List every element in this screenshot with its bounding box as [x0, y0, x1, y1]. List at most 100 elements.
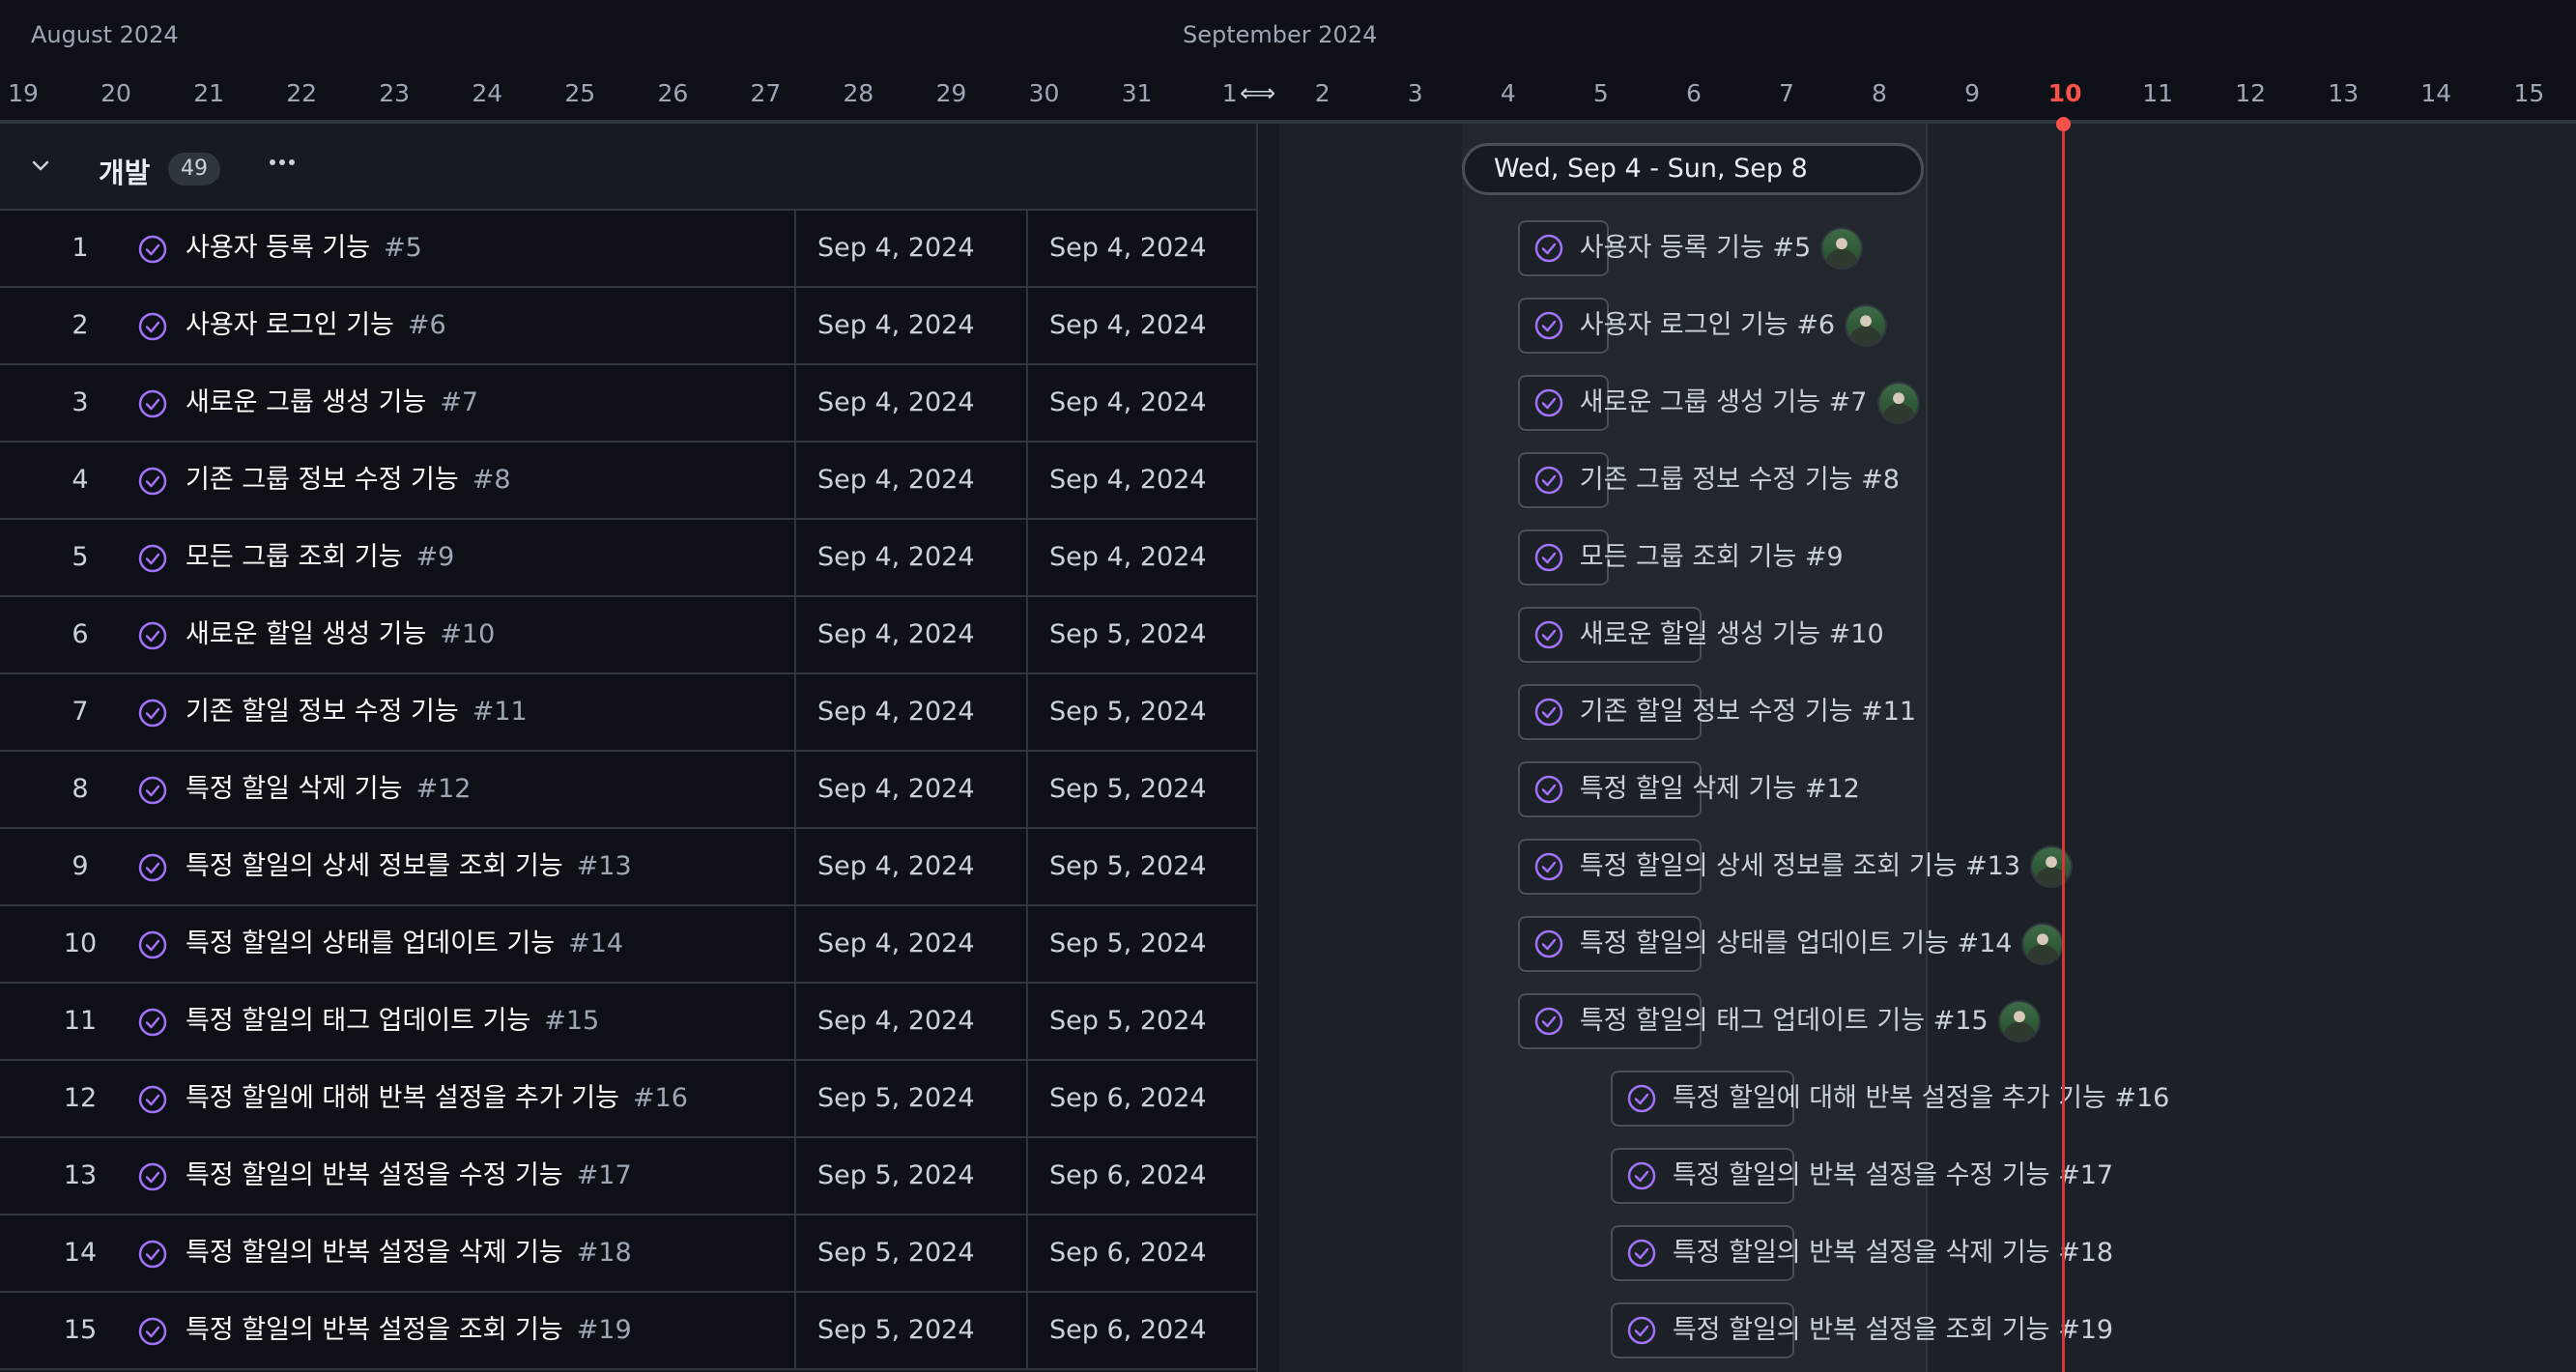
- start-date-cell[interactable]: Sep 4, 2024: [794, 288, 1026, 363]
- issue-title-link[interactable]: 사용자 등록 기능: [186, 211, 370, 286]
- table-row[interactable]: 13 특정 할일의 반복 설정을 수정 기능 #17 Sep 5, 2024 Sep 6…: [0, 1138, 1256, 1215]
- timeline-bar-label: 특정 할일의 상세 정보를 조회 기능 #13: [1579, 851, 2021, 881]
- issue-title-link[interactable]: 특정 할일의 상태를 업데이트 기능: [186, 906, 555, 982]
- issue-title-link[interactable]: 특정 할일의 태그 업데이트 기능: [186, 984, 530, 1059]
- selected-range-pill[interactable]: Wed, Sep 4 - Sun, Sep 8: [1462, 143, 1924, 195]
- start-date-cell[interactable]: Sep 4, 2024: [794, 443, 1026, 518]
- issue-title-link[interactable]: 모든 그룹 조회 기능: [186, 520, 402, 595]
- ellipsis-icon[interactable]: [263, 143, 301, 182]
- issue-number: #16: [632, 1083, 688, 1113]
- status-done-icon: [1533, 697, 1564, 728]
- start-date-cell[interactable]: Sep 5, 2024: [794, 1061, 1026, 1136]
- end-date-cell[interactable]: Sep 6, 2024: [1026, 1138, 1256, 1214]
- assignee-avatar[interactable]: [1845, 304, 1888, 347]
- issue-title-link[interactable]: 특정 할일의 반복 설정을 삭제 기능: [186, 1215, 563, 1291]
- end-date-cell[interactable]: Sep 4, 2024: [1026, 365, 1256, 441]
- start-date-cell[interactable]: Sep 4, 2024: [794, 211, 1026, 286]
- issue-title-link[interactable]: 특정 할일의 반복 설정을 조회 기능: [186, 1293, 563, 1368]
- end-date-cell[interactable]: Sep 4, 2024: [1026, 443, 1256, 518]
- start-date-cell[interactable]: Sep 4, 2024: [794, 984, 1026, 1059]
- table-row[interactable]: 1 사용자 등록 기능 #5 Sep 4, 2024 Sep 4, 2024: [0, 211, 1256, 288]
- issue-title-link[interactable]: 특정 할일의 상세 정보를 조회 기능: [186, 829, 563, 904]
- table-row[interactable]: 5 모든 그룹 조회 기능 #9 Sep 4, 2024 Sep 4, 2024: [0, 520, 1256, 597]
- start-date-cell[interactable]: Sep 4, 2024: [794, 365, 1026, 441]
- start-date-cell[interactable]: Sep 4, 2024: [794, 906, 1026, 982]
- table-row[interactable]: 9 특정 할일의 상세 정보를 조회 기능 #13 Sep 4, 2024 Sep 5,…: [0, 829, 1256, 906]
- end-date-cell[interactable]: Sep 5, 2024: [1026, 597, 1256, 672]
- row-number: 14: [63, 1238, 98, 1268]
- table-row[interactable]: 2 사용자 로그인 기능 #6 Sep 4, 2024 Sep 4, 2024: [0, 288, 1256, 365]
- start-date-cell[interactable]: Sep 4, 2024: [794, 597, 1026, 672]
- table-row[interactable]: 4 기존 그룹 정보 수정 기능 #8 Sep 4, 2024 Sep 4, 2024: [0, 443, 1256, 520]
- chevron-down-icon[interactable]: [29, 155, 52, 178]
- assignee-avatar[interactable]: [1997, 1000, 2041, 1043]
- assignee-avatar[interactable]: [1876, 382, 1920, 424]
- month-label: September 2024: [1183, 21, 1378, 48]
- day-label: 31: [1121, 79, 1153, 107]
- status-done-icon: [137, 543, 168, 574]
- table-row[interactable]: 10 특정 할일의 상태를 업데이트 기능 #14 Sep 4, 2024 Sep 5,…: [0, 906, 1256, 984]
- end-date-cell[interactable]: Sep 5, 2024: [1026, 906, 1256, 982]
- table-row[interactable]: 3 새로운 그룹 생성 기능 #7 Sep 4, 2024 Sep 4, 2024: [0, 365, 1256, 443]
- end-date-cell[interactable]: Sep 5, 2024: [1026, 674, 1256, 750]
- resize-handle-icon[interactable]: ⟺: [1240, 77, 1275, 110]
- table-row[interactable]: 7 기존 할일 정보 수정 기능 #11 Sep 4, 2024 Sep 5, 2024: [0, 674, 1256, 752]
- issue-title-link[interactable]: 특정 할일에 대해 반복 설정을 추가 기능: [186, 1061, 619, 1136]
- start-date-cell[interactable]: Sep 4, 2024: [794, 752, 1026, 827]
- end-date-cell[interactable]: Sep 5, 2024: [1026, 984, 1256, 1059]
- issue-number: #6: [407, 310, 446, 340]
- table-row[interactable]: 14 특정 할일의 반복 설정을 삭제 기능 #18 Sep 5, 2024 Sep 6…: [0, 1215, 1256, 1293]
- end-date-cell[interactable]: Sep 4, 2024: [1026, 288, 1256, 363]
- status-done-icon: [1626, 1315, 1657, 1346]
- end-date-cell[interactable]: Sep 4, 2024: [1026, 211, 1256, 286]
- timeline-bar-label: 새로운 그룹 생성 기능 #7: [1579, 387, 1868, 417]
- day-label: 15: [2513, 79, 2545, 107]
- table-row[interactable]: 11 특정 할일의 태그 업데이트 기능 #15 Sep 4, 2024 Sep 5, …: [0, 984, 1256, 1061]
- end-date-cell[interactable]: Sep 6, 2024: [1026, 1215, 1256, 1291]
- start-date-cell[interactable]: Sep 5, 2024: [794, 1138, 1026, 1214]
- day-label: 9: [1964, 79, 1980, 107]
- issue-title-link[interactable]: 새로운 그룹 생성 기능: [186, 365, 426, 441]
- day-label: 8: [1872, 79, 1887, 107]
- issue-title-link[interactable]: 특정 할일 삭제 기능: [186, 752, 402, 827]
- start-date-cell[interactable]: Sep 4, 2024: [794, 829, 1026, 904]
- assignee-avatar[interactable]: [1820, 227, 1864, 270]
- end-date-cell[interactable]: Sep 6, 2024: [1026, 1293, 1256, 1368]
- start-date-cell[interactable]: Sep 4, 2024: [794, 674, 1026, 750]
- status-done-icon: [1533, 233, 1564, 264]
- status-done-icon: [137, 1161, 168, 1192]
- start-date-cell[interactable]: Sep 4, 2024: [794, 520, 1026, 595]
- table-row[interactable]: 12 특정 할일에 대해 반복 설정을 추가 기능 #16 Sep 5, 2024 Se…: [0, 1061, 1256, 1138]
- issue-title-link[interactable]: 특정 할일의 반복 설정을 수정 기능: [186, 1138, 563, 1214]
- timeline-bar-label: 특정 할일 삭제 기능 #12: [1579, 774, 1860, 804]
- row-number: 2: [72, 310, 89, 340]
- issue-title-link[interactable]: 기존 그룹 정보 수정 기능: [186, 443, 459, 518]
- issue-number: #14: [568, 929, 624, 958]
- issue-title-link[interactable]: 기존 할일 정보 수정 기능: [186, 674, 459, 750]
- issue-number: #8: [472, 465, 511, 495]
- issue-number: #5: [384, 233, 422, 263]
- assignee-avatar[interactable]: [2030, 845, 2074, 888]
- day-label: 5: [1592, 79, 1609, 107]
- end-date-cell[interactable]: Sep 4, 2024: [1026, 520, 1256, 595]
- table-row[interactable]: 15 특정 할일의 반복 설정을 조회 기능 #19 Sep 5, 2024 Sep 6…: [0, 1293, 1256, 1370]
- timeline-bar-label: 특정 할일의 반복 설정을 삭제 기능 #18: [1672, 1238, 2114, 1268]
- end-date-cell[interactable]: Sep 5, 2024: [1026, 829, 1256, 904]
- issue-title-link[interactable]: 새로운 할일 생성 기능: [186, 597, 426, 672]
- row-number: 15: [63, 1315, 98, 1345]
- table-row[interactable]: 8 특정 할일 삭제 기능 #12 Sep 4, 2024 Sep 5, 2024: [0, 752, 1256, 829]
- end-date-cell[interactable]: Sep 6, 2024: [1026, 1061, 1256, 1136]
- issue-table: 개발 49 1 사용자 등록 기능 #5 Sep 4, 2024 Sep 4, 2024…: [0, 124, 1256, 1372]
- group-header[interactable]: 개발 49: [0, 124, 1256, 211]
- status-done-icon: [1533, 542, 1564, 573]
- status-done-icon: [1533, 387, 1564, 418]
- row-number: 5: [72, 542, 89, 572]
- end-date-cell[interactable]: Sep 5, 2024: [1026, 752, 1256, 827]
- table-row[interactable]: 6 새로운 할일 생성 기능 #10 Sep 4, 2024 Sep 5, 2024: [0, 597, 1256, 674]
- timeline-bar-label: 기존 그룹 정보 수정 기능 #8: [1579, 465, 1900, 495]
- start-date-cell[interactable]: Sep 5, 2024: [794, 1293, 1026, 1368]
- row-number: 7: [72, 697, 89, 727]
- issue-title-link[interactable]: 사용자 로그인 기능: [186, 288, 394, 363]
- start-date-cell[interactable]: Sep 5, 2024: [794, 1215, 1026, 1291]
- day-label: 2: [1314, 79, 1331, 107]
